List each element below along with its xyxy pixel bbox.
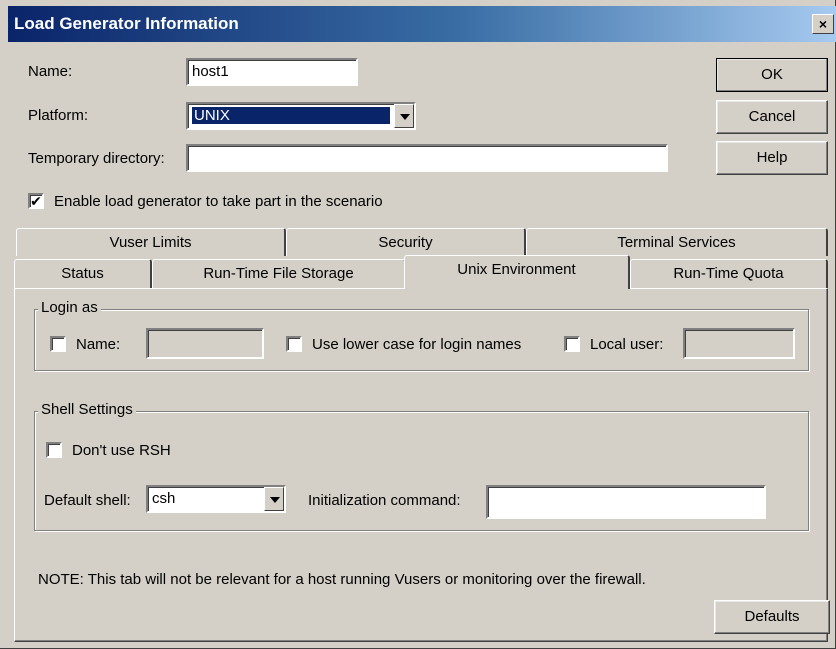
load-generator-dialog: Load Generator Information × Name: host1… bbox=[0, 0, 836, 649]
init-command-input[interactable] bbox=[486, 485, 766, 519]
local-user-label: Local user: bbox=[590, 336, 664, 353]
tab-run-time-file-storage[interactable]: Run-Time File Storage bbox=[152, 259, 406, 289]
local-user-input[interactable] bbox=[683, 328, 795, 359]
platform-value: UNIX bbox=[192, 107, 390, 124]
enable-checkbox[interactable]: ✔ bbox=[28, 193, 44, 209]
defaults-button[interactable]: Defaults bbox=[714, 600, 830, 634]
temp-dir-input[interactable] bbox=[186, 144, 668, 172]
login-name-label: Name: bbox=[76, 336, 121, 353]
cancel-button[interactable]: Cancel bbox=[716, 100, 828, 134]
ok-button[interactable]: OK bbox=[716, 58, 828, 92]
name-input[interactable]: host1 bbox=[186, 58, 358, 86]
tab-unix-environment[interactable]: Unix Environment bbox=[404, 255, 630, 289]
temp-dir-label: Temporary directory: bbox=[28, 150, 165, 167]
local-user-checkbox[interactable] bbox=[564, 336, 580, 352]
window-title: Load Generator Information bbox=[14, 14, 239, 33]
lowercase-label: Use lower case for login names bbox=[312, 336, 522, 353]
title-bar: Load Generator Information × bbox=[8, 6, 836, 42]
help-button[interactable]: Help bbox=[716, 141, 828, 175]
platform-label: Platform: bbox=[28, 107, 89, 124]
default-shell-label: Default shell: bbox=[44, 492, 131, 509]
login-name-input[interactable] bbox=[146, 328, 264, 359]
tab-vuser-limits[interactable]: Vuser Limits bbox=[16, 228, 286, 256]
tab-status[interactable]: Status bbox=[14, 259, 152, 289]
dont-use-rsh-checkbox[interactable] bbox=[46, 442, 62, 458]
login-name-checkbox[interactable] bbox=[50, 336, 66, 352]
dont-use-rsh-label: Don't use RSH bbox=[72, 442, 171, 459]
close-icon[interactable]: × bbox=[812, 14, 834, 34]
note-text: NOTE: This tab will not be relevant for … bbox=[38, 571, 646, 588]
platform-dropdown-chevron-icon[interactable] bbox=[394, 104, 414, 128]
tab-security[interactable]: Security bbox=[286, 228, 526, 256]
tab-run-time-quota[interactable]: Run-Time Quota bbox=[630, 259, 828, 289]
enable-label: Enable load generator to take part in th… bbox=[54, 193, 383, 210]
default-shell-dropdown-chevron-icon[interactable] bbox=[264, 487, 284, 511]
platform-select[interactable]: UNIX bbox=[186, 102, 416, 130]
lowercase-checkbox[interactable] bbox=[286, 336, 302, 352]
login-as-title: Login as bbox=[38, 299, 101, 316]
tab-terminal-services[interactable]: Terminal Services bbox=[526, 228, 828, 256]
name-label: Name: bbox=[28, 63, 73, 80]
shell-settings-title: Shell Settings bbox=[38, 401, 136, 418]
init-command-label: Initialization command: bbox=[308, 492, 461, 509]
